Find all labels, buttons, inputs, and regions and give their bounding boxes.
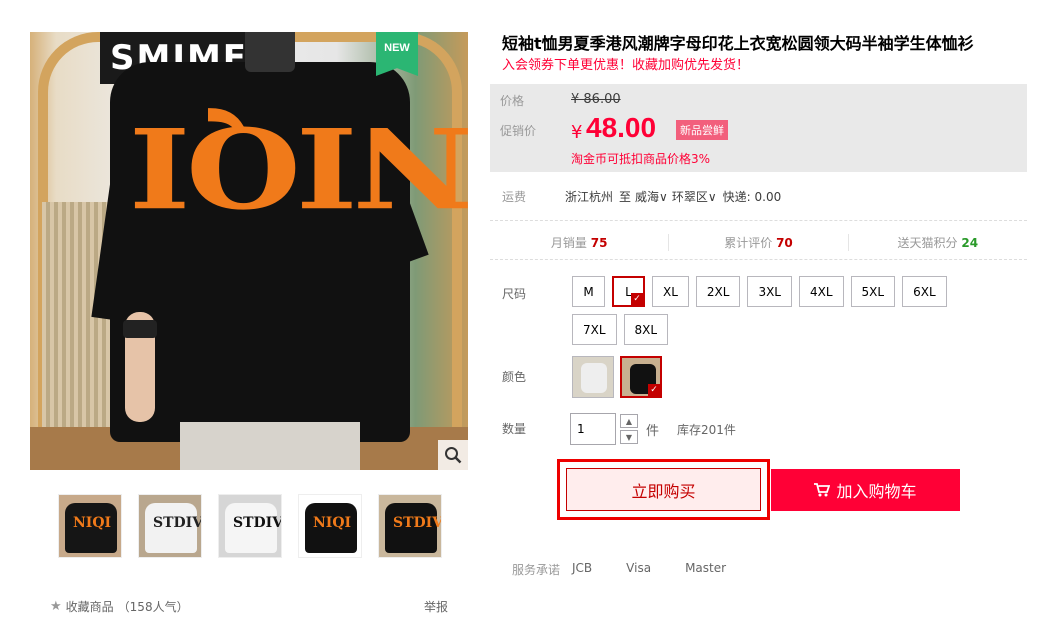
tmall-points: 送天猫积分 24 — [847, 233, 1027, 251]
star-icon: ★ — [50, 599, 62, 614]
favorite-label: 收藏商品 — [65, 600, 114, 614]
sale-price: 48.00 — [586, 112, 657, 143]
size-option-xl[interactable]: XL — [652, 276, 689, 307]
quantity-stepper: ▲ ▼ 件 库存201件 — [570, 413, 736, 445]
shipping-row: 运费 浙江杭州 至 威海∨ 环翠区∨ 快递: 0.00 — [502, 188, 1027, 205]
coin-note: 淘金币可抵扣商品价格3% — [571, 152, 711, 166]
size-option-m[interactable]: M — [572, 276, 605, 307]
quantity-unit: 件 — [646, 423, 660, 439]
price-label: 价格 — [500, 94, 525, 108]
size-option-3xl[interactable]: 3XL — [747, 276, 792, 307]
price-panel: 价格 ¥ 86.00 促销价 ¥ 48.00 新品尝鲜 淘金币可抵扣商品价格3% — [490, 84, 1027, 172]
chevron-down-icon: ∨ — [707, 190, 717, 204]
size-option-l[interactable]: L — [612, 276, 645, 307]
shipping-label: 运费 — [502, 190, 527, 204]
quantity-label: 数量 — [502, 422, 527, 436]
buy-now-button[interactable]: 立即购买 — [566, 468, 761, 511]
size-options: MLXL2XL3XL4XL5XL6XL 7XL8XL — [572, 276, 992, 345]
original-price: ¥ 86.00 — [571, 92, 621, 107]
service-item[interactable]: JCB — [572, 561, 592, 578]
thumbnail-strip: NIQI STDIVO STDIVO NIQI STDIVO — [58, 494, 442, 558]
size-option-7xl[interactable]: 7XL — [572, 314, 617, 345]
cart-icon — [814, 483, 831, 497]
product-title: 短袖t恤男夏季港风潮牌字母印花上衣宽松圆领大码半袖学生体恤衫 — [502, 34, 974, 53]
color-option-black[interactable] — [620, 356, 662, 398]
favorite-button[interactable]: ★ 收藏商品 （158人气） — [50, 598, 189, 615]
monthly-sales: 月销量 75 — [550, 235, 608, 250]
size-option-6xl[interactable]: 6XL — [902, 276, 947, 307]
thumbnail[interactable]: STDIVO — [378, 494, 442, 558]
main-product-image[interactable]: SMIME NIQI — [30, 32, 468, 470]
shirt-print: NIQI — [133, 102, 468, 231]
stats-row: 月销量 75 累计评价 70 送天猫积分 24 — [490, 225, 1027, 259]
pants — [180, 422, 360, 470]
color-label: 颜色 — [502, 370, 527, 384]
service-item[interactable]: Master — [685, 561, 726, 578]
service-row: 服务承诺 JCB Visa Master — [512, 561, 760, 578]
size-option-8xl[interactable]: 8XL — [623, 314, 669, 345]
service-label: 服务承诺 — [512, 563, 561, 577]
buy-now-highlight: 立即购买 — [557, 459, 770, 520]
express-fee: 快递: 0.00 — [722, 190, 782, 204]
favorite-count: （158人气） — [117, 600, 189, 614]
chevron-down-icon: ▼ — [625, 432, 633, 442]
thumbnail[interactable]: NIQI — [298, 494, 362, 558]
decrease-button[interactable]: ▼ — [620, 430, 638, 444]
add-to-cart-button[interactable]: 加入购物车 — [771, 469, 960, 511]
currency-symbol: ¥ — [571, 122, 583, 143]
divider — [490, 259, 1027, 260]
thumbnail[interactable]: STDIVO — [138, 494, 202, 558]
size-option-4xl[interactable]: 4XL — [799, 276, 844, 307]
phone — [245, 32, 295, 72]
color-options — [572, 356, 662, 398]
magnifier-icon — [445, 447, 462, 464]
watch — [123, 320, 157, 338]
divider — [490, 220, 1027, 221]
increase-button[interactable]: ▲ — [620, 414, 638, 428]
color-option-white[interactable] — [572, 356, 614, 398]
promo-price-label: 促销价 — [500, 124, 537, 138]
total-reviews[interactable]: 累计评价 70 — [668, 233, 847, 251]
city-select[interactable]: 威海∨ — [635, 188, 668, 205]
service-item[interactable]: Visa — [626, 561, 651, 578]
chevron-down-icon: ∨ — [659, 190, 668, 204]
stock-count: 库存201件 — [677, 422, 736, 437]
size-option-5xl[interactable]: 5XL — [850, 276, 896, 307]
ship-from: 浙江杭州 — [565, 190, 614, 204]
thumbnail[interactable]: STDIVO — [218, 494, 282, 558]
thumbnail[interactable]: NIQI — [58, 494, 122, 558]
ship-to-word: 至 — [619, 190, 632, 204]
zoom-button[interactable] — [438, 440, 468, 470]
quantity-input[interactable] — [570, 413, 616, 445]
add-to-cart-label: 加入购物车 — [836, 482, 917, 501]
district-select[interactable]: 环翠区∨ — [672, 188, 717, 205]
report-link[interactable]: 举报 — [424, 598, 448, 615]
size-label: 尺码 — [502, 287, 527, 301]
product-page: SMIME NIQI NEW NIQI STDIVO STDIVO NIQI S… — [0, 0, 1063, 634]
size-option-2xl[interactable]: 2XL — [695, 276, 741, 307]
product-subtitle: 入会领券下单更优惠！收藏加购优先发货！ — [502, 58, 750, 73]
promo-tag: 新品尝鲜 — [676, 120, 728, 140]
chevron-up-icon: ▲ — [625, 416, 633, 426]
